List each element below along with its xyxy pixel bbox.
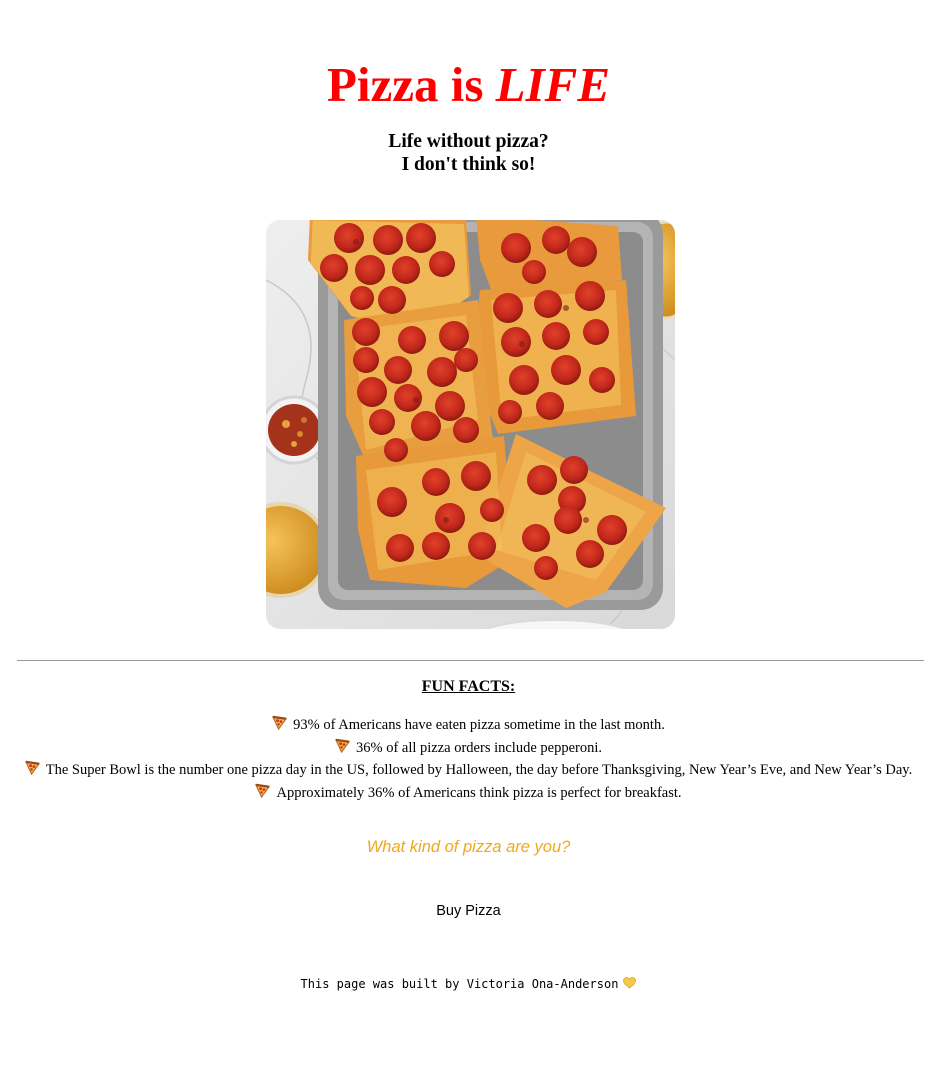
- pizza-quiz-link[interactable]: What kind of pizza are you?: [0, 837, 937, 857]
- fun-facts-list: 93% of Americans have eaten pizza someti…: [0, 714, 937, 804]
- yellow-heart-icon: [623, 977, 637, 989]
- fun-fact-text: 93% of Americans have eaten pizza someti…: [293, 717, 665, 733]
- title-emphasis: LIFE: [495, 57, 611, 112]
- subtitle-line-2: I don't think so!: [401, 154, 536, 175]
- footer-text: This page was built by Victoria Ona-Ande…: [300, 977, 619, 991]
- pizza-slice-icon: [24, 760, 40, 775]
- fun-fact-text: The Super Bowl is the number one pizza d…: [45, 762, 913, 778]
- subtitle-line-1: Life without pizza?: [388, 131, 549, 152]
- fun-fact-text: 36% of all pizza orders include pepperon…: [355, 739, 602, 756]
- pizza-photo: [266, 220, 675, 629]
- pizza-slice-icon: [334, 738, 350, 753]
- page-subtitle: Life without pizza? I don't think so!: [0, 130, 937, 176]
- section-divider: [17, 660, 924, 661]
- pizza-slice-icon: [255, 783, 271, 798]
- buy-pizza-link[interactable]: Buy Pizza: [0, 901, 937, 921]
- pepperoni-pizza-image: [266, 220, 675, 629]
- page-footer: This page was built by Victoria Ona-Ande…: [0, 975, 937, 993]
- fun-fact-item: 36% of all pizza orders include pepperon…: [0, 737, 937, 760]
- pizza-slice-icon: [272, 715, 288, 730]
- fun-fact-item: The Super Bowl is the number one pizza d…: [0, 759, 937, 782]
- fun-fact-text: Approximately 36% of Americans think piz…: [276, 784, 682, 801]
- fun-fact-item: Approximately 36% of Americans think piz…: [0, 782, 937, 805]
- fun-fact-item: 93% of Americans have eaten pizza someti…: [0, 714, 937, 737]
- title-main: Pizza is: [326, 57, 496, 112]
- fun-facts-heading: FUN FACTS:: [421, 678, 516, 695]
- page-title: Pizza is LIFE: [0, 56, 937, 114]
